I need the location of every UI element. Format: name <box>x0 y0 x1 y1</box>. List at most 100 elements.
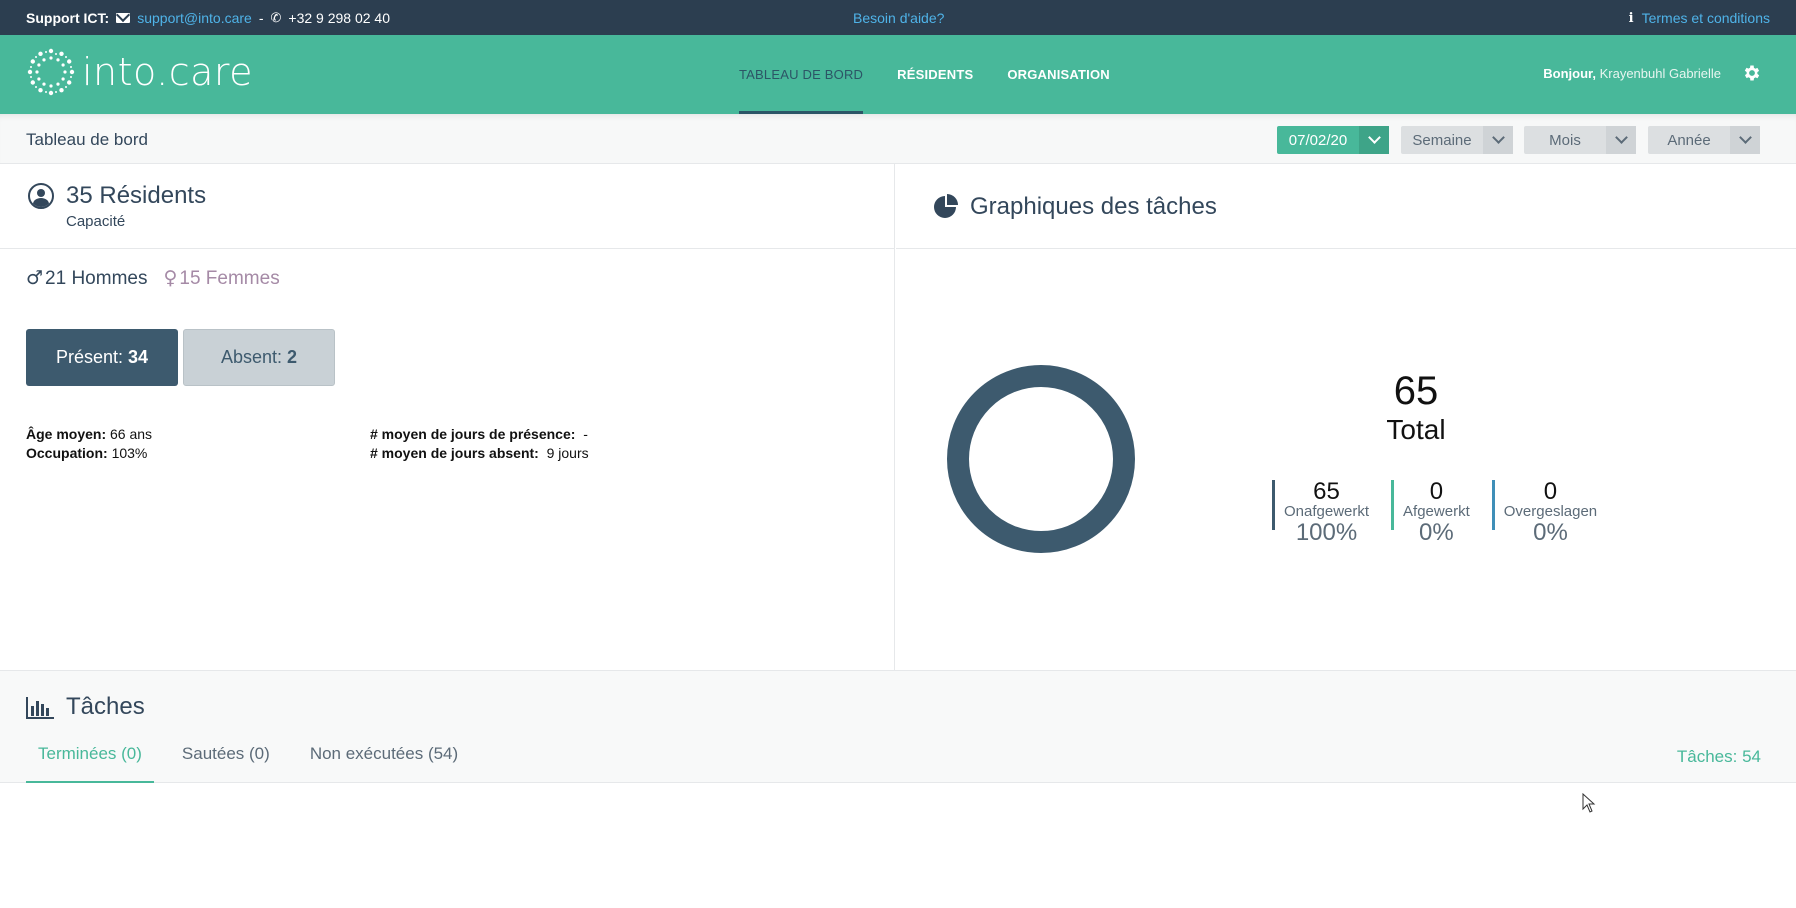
tasks-section: Tâches Terminées (0) Sautées (0) Non exé… <box>0 670 1796 783</box>
date-picker[interactable]: 07/02/20 <box>1277 126 1389 154</box>
month-label: Mois <box>1549 131 1581 149</box>
presence-days-value: - <box>583 426 588 442</box>
nav-tableau-de-bord[interactable]: TABLEAU DE BORD <box>739 35 864 114</box>
logo-text: into.care <box>82 50 254 94</box>
average-age-label: Âge moyen: <box>26 426 107 442</box>
occupation-label: Occupation: <box>26 445 108 461</box>
logo-mark-icon <box>27 48 75 96</box>
terms-link[interactable]: Termes et conditions <box>1642 10 1770 26</box>
female-label: 15 Femmes <box>179 268 280 289</box>
legend-item-overgeslagen: 0 Overgeslagen 0% <box>1491 478 1598 546</box>
user-circle-icon <box>28 183 54 209</box>
chevron-down-icon[interactable] <box>1359 126 1389 154</box>
donut-chart <box>947 365 1135 553</box>
tab-non-executees[interactable]: Non exécutées (54) <box>298 725 470 783</box>
phone-icon: ✆ <box>270 10 282 25</box>
legend-item-afgewerkt: 0 Afgewerkt 0% <box>1391 478 1470 546</box>
bar-chart-icon <box>26 697 54 719</box>
tasks-count: Tâches: 54 <box>1676 747 1761 766</box>
envelope-icon <box>116 13 131 23</box>
resident-stats-right: # moyen de jours de présence: - # moyen … <box>370 425 589 463</box>
support-label: Support ICT: <box>26 10 110 26</box>
legend-count: 0 <box>1543 478 1558 505</box>
user-greeting: Bonjour, Krayenbuhl Gabrielle <box>1543 66 1721 81</box>
residents-header: 35 Résidents Capacité <box>0 164 894 249</box>
main-nav: TABLEAU DE BORD RÉSIDENTS ORGANISATION <box>739 35 1144 114</box>
presence-days-label: # moyen de jours de présence: <box>370 426 576 442</box>
legend-label: Afgewerkt <box>1403 503 1470 520</box>
total-label: Total <box>1386 414 1446 445</box>
nav-organisation[interactable]: ORGANISATION <box>1007 35 1110 114</box>
info-icon: i <box>1628 10 1634 26</box>
absent-days-label: # moyen de jours absent: <box>370 445 539 461</box>
absent-value: 2 <box>287 347 298 367</box>
tasks-tabs: Terminées (0) Sautées (0) Non exécutées … <box>26 725 486 783</box>
legend-percent: 0% <box>1533 519 1568 546</box>
donut-slice-onafgewerkt <box>947 365 1135 553</box>
chevron-down-icon[interactable] <box>1730 126 1760 154</box>
support-phone: +32 9 298 02 40 <box>288 10 391 26</box>
legend-label: Overgeslagen <box>1503 503 1598 520</box>
dashboard-toolbar: Tableau de bord 07/02/20 Semaine Mois An… <box>0 114 1796 164</box>
absent-days: # moyen de jours absent: 9 jours <box>370 444 589 463</box>
support-email-link[interactable]: support@into.care <box>137 10 252 26</box>
pie-chart-icon <box>934 194 958 218</box>
present-button[interactable]: Présent: 34 <box>26 329 178 386</box>
present-label: Présent: <box>55 347 123 367</box>
legend-label: Onafgewerkt <box>1284 503 1370 520</box>
help-link[interactable]: Besoin d'aide? <box>853 10 944 26</box>
chevron-down-icon[interactable] <box>1483 126 1513 154</box>
support-contact: Support ICT: support@into.care - ✆ +32 9… <box>26 10 390 26</box>
male-count: ♂ 21 Hommes <box>26 267 147 290</box>
female-count: ♀ 15 Femmes <box>163 267 279 290</box>
chart-title: Graphiques des tâches <box>970 193 1217 220</box>
average-age-value: 66 ans <box>110 426 153 442</box>
tab-terminees[interactable]: Terminées (0) <box>26 725 154 783</box>
date-value: 07/02/20 <box>1288 131 1348 149</box>
residents-panel: 35 Résidents Capacité ♂ 21 Hommes ♀ 15 Fem… <box>0 164 895 670</box>
legend-percent: 0% <box>1419 519 1454 546</box>
task-chart-panel: Graphiques des tâches 65 Total 65 Onafge… <box>896 164 1796 670</box>
mouse-cursor-icon <box>1582 793 1596 813</box>
absent-label: Absent: <box>220 347 282 367</box>
page-title: Tableau de bord <box>26 130 148 149</box>
logo[interactable]: into.care <box>26 47 253 97</box>
legend-count: 65 <box>1313 478 1340 505</box>
legend-percent: 100% <box>1295 519 1358 546</box>
absent-days-value: 9 jours <box>546 445 589 461</box>
week-label: Semaine <box>1412 131 1472 149</box>
chart-header: Graphiques des tâches <box>896 164 1796 249</box>
year-label: Année <box>1667 131 1711 149</box>
legend-count: 0 <box>1429 478 1444 505</box>
gear-icon[interactable] <box>1742 63 1762 83</box>
nav-residents[interactable]: RÉSIDENTS <box>897 35 973 114</box>
support-bar: Support ICT: support@into.care - ✆ +32 9… <box>0 0 1796 35</box>
occupation: Occupation: 103% <box>26 444 152 463</box>
resident-stats-left: Âge moyen: 66 ans Occupation: 103% <box>26 425 152 463</box>
week-select[interactable]: Semaine <box>1401 126 1513 154</box>
separator: - <box>258 10 264 26</box>
total-value: 65 <box>1393 369 1439 413</box>
main-header: into.care TABLEAU DE BORD RÉSIDENTS ORGA… <box>0 35 1796 114</box>
user-name[interactable]: Krayenbuhl Gabrielle <box>1600 66 1721 81</box>
male-label: 21 Hommes <box>45 268 148 289</box>
tasks-title: Tâches <box>66 693 145 720</box>
average-age: Âge moyen: 66 ans <box>26 425 152 444</box>
month-select[interactable]: Mois <box>1524 126 1636 154</box>
year-select[interactable]: Année <box>1648 126 1760 154</box>
chart-legend: 65 Onafgewerkt 100% 0 Afgewerkt 0% 0 Ove… <box>1272 478 1598 546</box>
gender-breakdown: ♂ 21 Hommes ♀ 15 Femmes <box>26 267 280 290</box>
absent-button[interactable]: Absent: 2 <box>183 329 335 386</box>
female-icon: ♀ <box>163 267 178 289</box>
terms-area: i Termes et conditions <box>1629 10 1770 26</box>
greeting-label: Bonjour, <box>1543 66 1596 81</box>
presence-days: # moyen de jours de présence: - <box>370 425 589 444</box>
chevron-down-icon[interactable] <box>1606 126 1636 154</box>
residents-capacity: Capacité <box>66 213 126 230</box>
male-icon: ♂ <box>26 267 44 289</box>
legend-item-onafgewerkt: 65 Onafgewerkt 100% <box>1272 478 1370 546</box>
tab-sautees[interactable]: Sautées (0) <box>170 725 282 783</box>
residents-count: 35 Résidents <box>66 182 207 209</box>
present-value: 34 <box>128 347 149 367</box>
occupation-value: 103% <box>111 445 148 461</box>
